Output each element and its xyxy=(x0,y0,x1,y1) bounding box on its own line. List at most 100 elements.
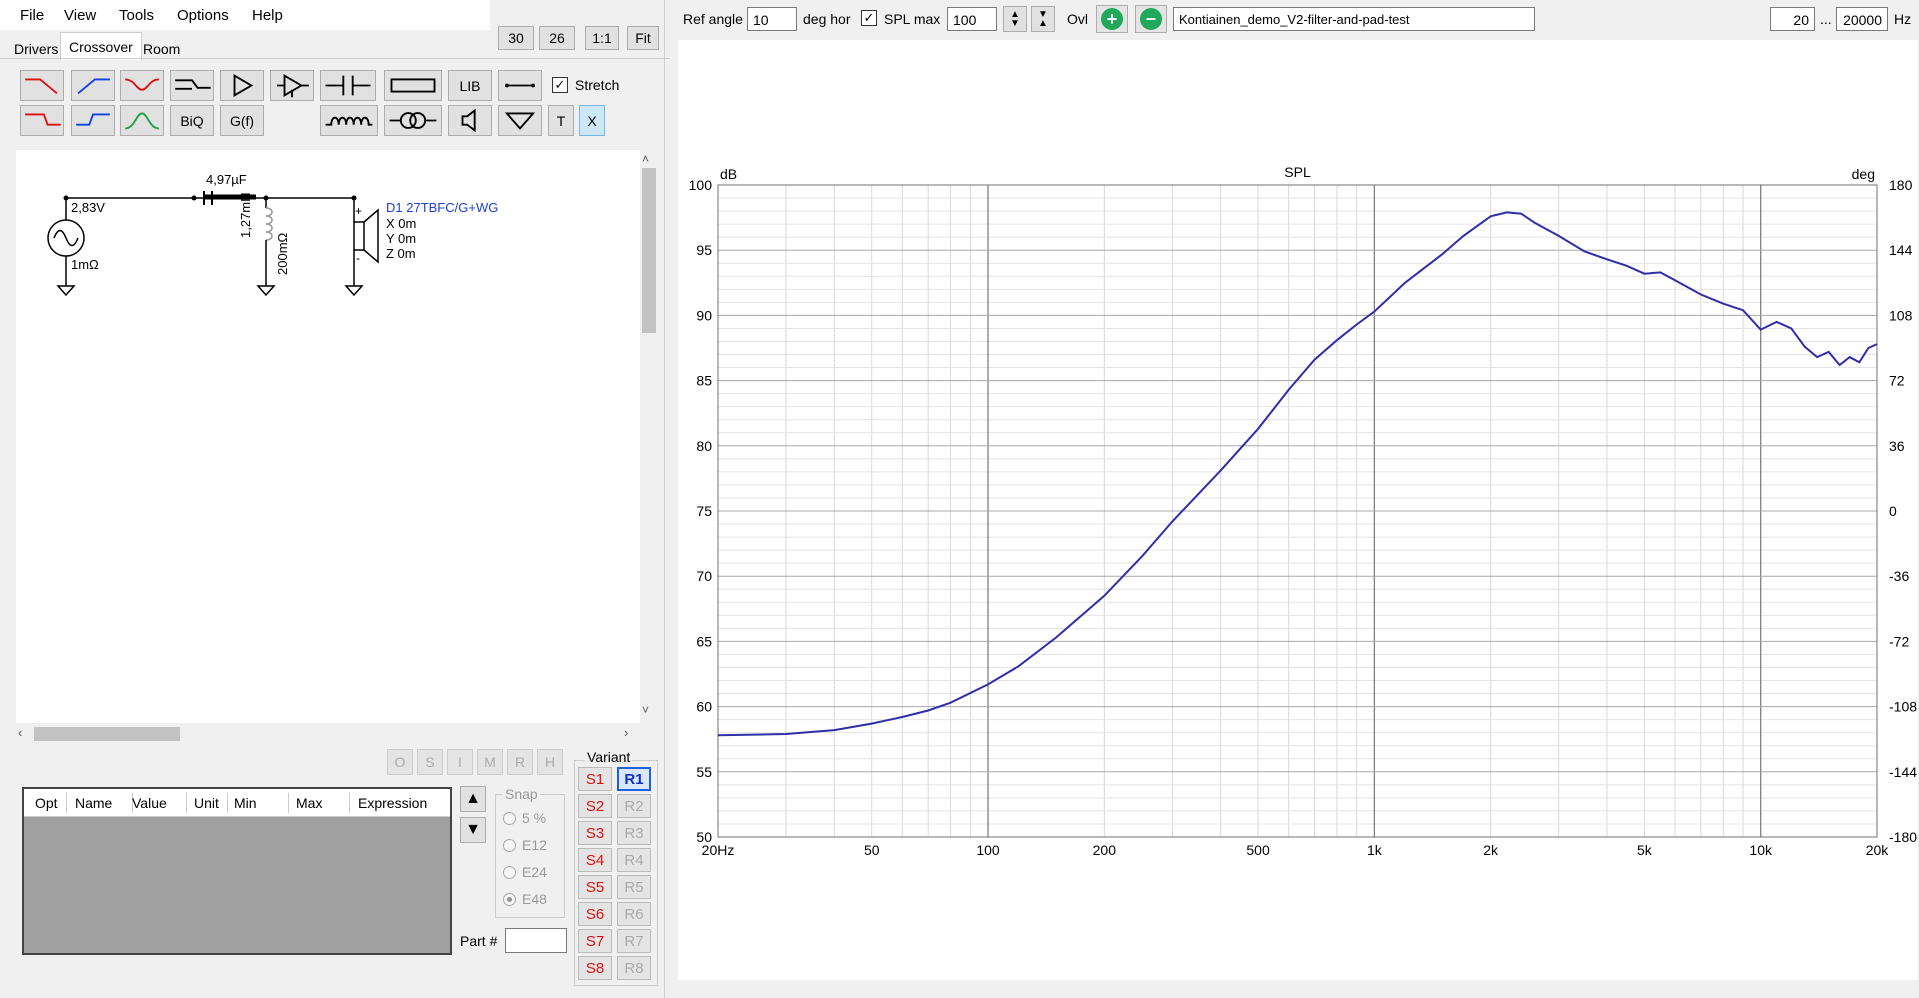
vertical-scroll-thumb[interactable] xyxy=(642,168,656,333)
spl-response-line xyxy=(717,211,1878,737)
col-unit: Unit xyxy=(194,795,219,811)
x-tool-button[interactable]: X xyxy=(579,105,605,136)
snap-e12-radio[interactable]: E12 xyxy=(503,837,547,853)
opt-h-button[interactable]: H xyxy=(537,749,563,775)
y-tick-label: 95 xyxy=(696,242,712,258)
zoom-26-button[interactable]: 26 xyxy=(539,26,575,50)
speaker-tool-icon[interactable] xyxy=(448,105,492,136)
y-tick-label: 85 xyxy=(696,373,712,389)
y-tick-label: 60 xyxy=(696,699,712,715)
scroll-left-icon[interactable]: ‹ xyxy=(18,725,22,740)
variant-r7-button[interactable]: R7 xyxy=(617,929,651,953)
notch-tool-icon[interactable] xyxy=(120,70,164,101)
menu-help[interactable]: Help xyxy=(252,7,283,24)
opt-m-button[interactable]: M xyxy=(477,749,503,775)
highpass2-tool-icon[interactable] xyxy=(71,105,115,136)
zoom-1-1-button[interactable]: 1:1 xyxy=(585,26,619,50)
variant-r5-button[interactable]: R5 xyxy=(617,875,651,899)
stretch-checkbox[interactable]: ✓ xyxy=(552,77,568,93)
resistor-tool-icon[interactable] xyxy=(384,70,442,101)
scroll-up-icon[interactable]: ˄ xyxy=(642,152,649,166)
transfer-function-button[interactable]: G(f) xyxy=(220,105,264,136)
text-tool-button[interactable]: T xyxy=(548,105,574,136)
snap-e24-radio[interactable]: E24 xyxy=(503,864,547,880)
bandpass-tool-icon[interactable] xyxy=(120,105,164,136)
variant-s2-button[interactable]: S2 xyxy=(578,794,612,818)
y-right-tick-label: -36 xyxy=(1889,568,1909,584)
biquad-button[interactable]: BiQ xyxy=(170,105,214,136)
tab-drivers[interactable]: Drivers xyxy=(6,35,66,59)
shelf-tool-icon[interactable] xyxy=(170,70,214,101)
snap-e48-radio[interactable]: E48 xyxy=(503,891,547,907)
buffer-tool-icon[interactable] xyxy=(270,70,314,101)
move-up-icon[interactable]: ▲ xyxy=(460,786,486,812)
move-down-icon[interactable]: ▼ xyxy=(460,817,486,843)
optimizer-table[interactable]: Opt Name Value Unit Min Max Expression xyxy=(22,787,452,955)
y-right-tick-label: 0 xyxy=(1889,503,1897,519)
part-number-input[interactable] xyxy=(505,928,567,953)
library-button[interactable]: LIB xyxy=(448,70,492,101)
schematic-horizontal-scrollbar[interactable]: ‹ › xyxy=(16,723,640,745)
menu-file[interactable]: File xyxy=(20,7,44,24)
inductor-tool-icon[interactable] xyxy=(320,105,378,136)
y-tick-label: 90 xyxy=(696,307,712,323)
ref-angle-input[interactable]: 10 xyxy=(747,7,797,31)
variant-r2-button[interactable]: R2 xyxy=(617,794,651,818)
variant-s8-button[interactable]: S8 xyxy=(578,956,612,980)
freq-max-input[interactable]: 20000 xyxy=(1836,7,1888,31)
col-min: Min xyxy=(234,795,257,811)
variant-s3-button[interactable]: S3 xyxy=(578,821,612,845)
capacitor-value-label: 4,97µF xyxy=(206,172,247,187)
variant-r8-button[interactable]: R8 xyxy=(617,956,651,980)
add-overlay-icon[interactable]: + xyxy=(1096,5,1128,33)
y-right-tick-label: 36 xyxy=(1889,438,1905,454)
highpass-tool-icon[interactable] xyxy=(71,70,115,101)
spl-chart[interactable]: 50 55 60 65 70 75 80 85 90 95 100 -180 -144 -108 -72 -3… xyxy=(678,150,1918,870)
ground-tool-icon[interactable] xyxy=(498,105,542,136)
variant-r3-button[interactable]: R3 xyxy=(617,821,651,845)
variant-s4-button[interactable]: S4 xyxy=(578,848,612,872)
tab-room[interactable]: Room xyxy=(135,35,188,59)
opt-o-button[interactable]: O xyxy=(387,749,413,775)
capacitor-tool-icon[interactable] xyxy=(320,70,376,101)
remove-overlay-icon[interactable]: – xyxy=(1135,5,1167,33)
menu-tools[interactable]: Tools xyxy=(119,7,154,24)
y-right-tick-label: 72 xyxy=(1889,373,1905,389)
panel-divider[interactable] xyxy=(664,0,665,998)
lowpass2-tool-icon[interactable] xyxy=(20,105,64,136)
spl-max-spinner-icon[interactable]: ▲ ▼ xyxy=(1003,6,1027,32)
zoom-fit-button[interactable]: Fit xyxy=(627,26,659,50)
freq-min-input[interactable]: 20 xyxy=(1770,7,1815,31)
opt-r-button[interactable]: R xyxy=(507,749,533,775)
project-name-input[interactable]: Kontiainen_demo_V2-filter-and-pad-test xyxy=(1173,7,1535,31)
variant-s1-button[interactable]: S1 xyxy=(578,767,612,791)
schematic-vertical-scrollbar[interactable]: ˄ ˅ xyxy=(640,150,658,723)
zoom-30-button[interactable]: 30 xyxy=(498,26,534,50)
variant-r6-button[interactable]: R6 xyxy=(617,902,651,926)
amplifier-tool-icon[interactable] xyxy=(220,70,264,101)
snap-5pct-radio[interactable]: 5 % xyxy=(503,810,546,826)
variant-s7-button[interactable]: S7 xyxy=(578,929,612,953)
variant-s5-button[interactable]: S5 xyxy=(578,875,612,899)
variant-r1-button[interactable]: R1 xyxy=(617,767,651,791)
opt-i-button[interactable]: I xyxy=(447,749,473,775)
spl-max-input[interactable]: 100 xyxy=(947,7,997,31)
lowpass-tool-icon[interactable] xyxy=(20,70,64,101)
wire-tool-icon[interactable] xyxy=(498,70,542,101)
schematic-canvas[interactable]: 2,83V 1mΩ 4,97µF 1,27mH 200mΩ + - D1 27T… xyxy=(16,150,640,723)
tab-crossover[interactable]: Crossover xyxy=(60,32,142,60)
variant-r4-button[interactable]: R4 xyxy=(617,848,651,872)
spl-max-checkbox[interactable]: ✓ xyxy=(861,10,877,26)
variant-s6-button[interactable]: S6 xyxy=(578,902,612,926)
y-axis-left-label: dB xyxy=(720,166,737,182)
spl-max-fit-icon[interactable]: ▼ ▲ xyxy=(1031,6,1055,32)
menu-options[interactable]: Options xyxy=(177,7,229,24)
y-right-tick-label: -108 xyxy=(1889,699,1917,715)
source-resistance-label: 1mΩ xyxy=(71,257,99,272)
scroll-down-icon[interactable]: ˅ xyxy=(642,703,649,717)
horizontal-scroll-thumb[interactable] xyxy=(34,727,180,741)
menu-view[interactable]: View xyxy=(64,7,96,24)
opt-s-button[interactable]: S xyxy=(417,749,443,775)
transformer-tool-icon[interactable] xyxy=(384,105,442,136)
scroll-right-icon[interactable]: › xyxy=(624,725,628,740)
